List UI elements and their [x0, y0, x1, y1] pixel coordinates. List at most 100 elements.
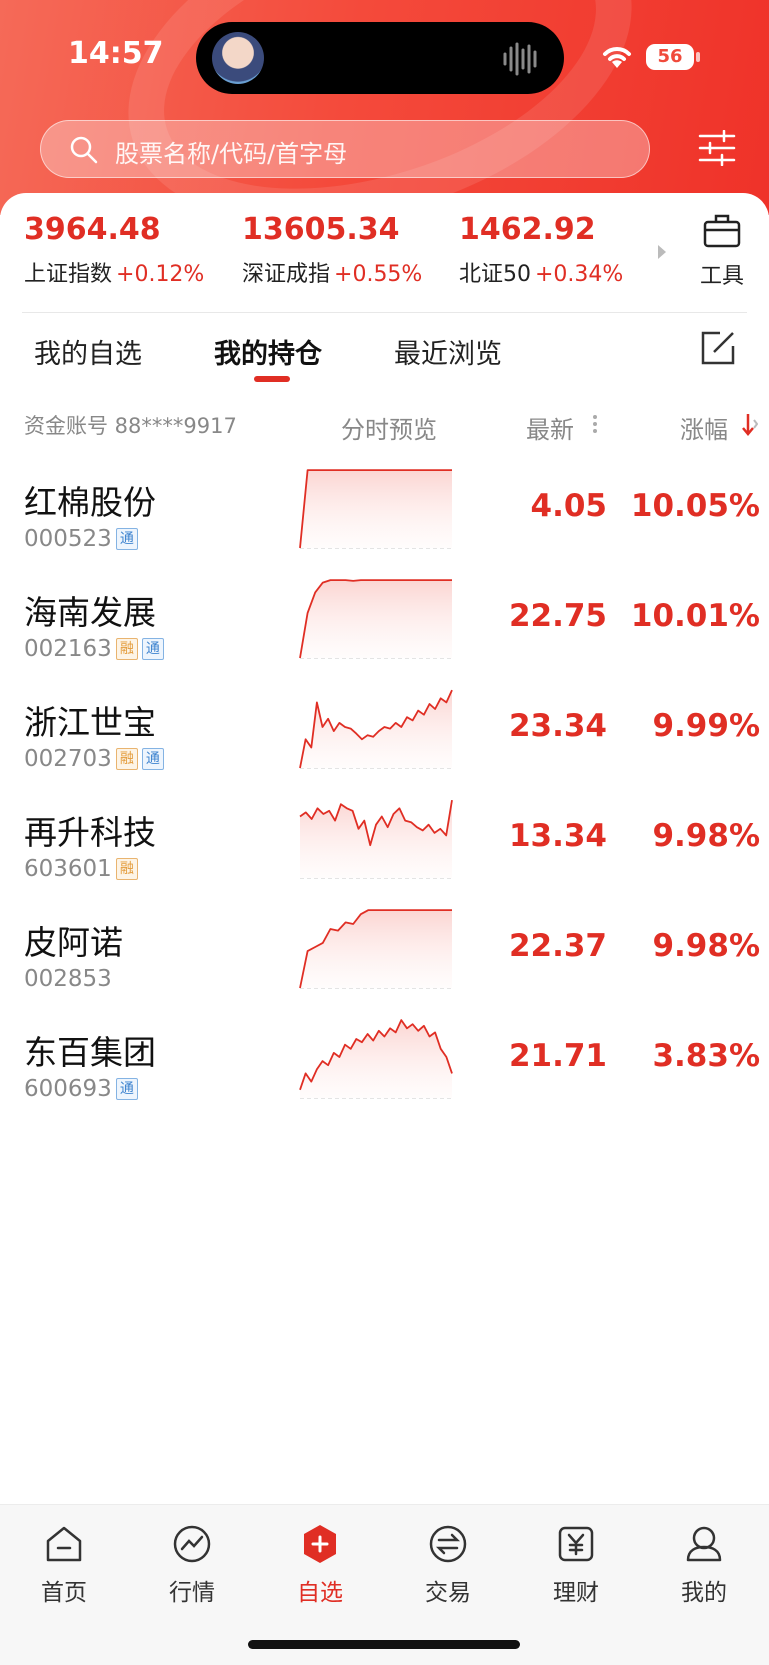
latest-price: 22.37 — [508, 928, 607, 964]
trade-icon — [429, 1525, 467, 1563]
tools-button[interactable]: 工具 — [696, 212, 748, 290]
watchlist-plus-icon — [304, 1525, 336, 1563]
status-time: 14:57 — [68, 36, 164, 71]
holding-row[interactable]: 东百集团 600693 通 21.71 3.83% — [0, 1008, 769, 1118]
stock-code-line: 603601 融 — [24, 856, 138, 882]
tab-holdings[interactable]: 我的持仓 — [214, 332, 322, 371]
stock-name: 浙江世宝 — [24, 703, 156, 742]
change-percent: 9.98% — [652, 928, 760, 964]
holding-row[interactable]: 再升科技 603601 融 13.34 9.98% — [0, 788, 769, 898]
stock-code: 603601 — [24, 856, 112, 882]
index-change: +0.12% — [116, 262, 205, 287]
tools-label: 工具 — [699, 264, 744, 289]
now-playing-avatar — [212, 32, 264, 84]
nav-profile[interactable]: 我的 — [654, 1523, 754, 1607]
stock-code-line: 002853 — [24, 966, 112, 992]
nav-trade[interactable]: 交易 — [398, 1523, 498, 1607]
nav-label: 行情 — [169, 1580, 215, 1606]
holding-row[interactable]: 浙江世宝 002703 融通 23.34 9.99% — [0, 678, 769, 788]
wifi-icon — [603, 47, 631, 68]
intraday-sparkline — [299, 469, 452, 549]
divider — [22, 312, 747, 313]
latest-price: 22.75 — [508, 598, 607, 634]
wealth-icon — [558, 1526, 594, 1562]
intraday-sparkline — [299, 909, 452, 989]
stock-code: 000523 — [24, 526, 112, 552]
index-beijing50[interactable]: 1462.92 北证50 +0.34% — [459, 210, 623, 288]
connect-tag: 通 — [115, 528, 138, 550]
index-value: 1462.92 — [459, 212, 596, 247]
index-value: 3964.48 — [24, 212, 161, 247]
nav-market[interactable]: 行情 — [142, 1523, 242, 1607]
tab-watchlist[interactable]: 我的自选 — [34, 332, 142, 371]
sparkline-area — [300, 580, 452, 658]
intraday-sparkline — [299, 1019, 453, 1099]
column-change[interactable]: 涨幅 — [680, 410, 728, 445]
stock-code: 002853 — [24, 966, 112, 992]
margin-tag: 融 — [115, 638, 138, 660]
stock-code-line: 002163 融通 — [24, 636, 164, 662]
sparkline-area — [300, 910, 452, 988]
search-placeholder: 股票名称/代码/首字母 — [115, 140, 348, 168]
dynamic-island — [196, 22, 564, 94]
holding-row[interactable]: 皮阿诺 002853 22.37 9.98% — [0, 898, 769, 1008]
latest-price: 21.71 — [508, 1038, 607, 1074]
stock-code: 600693 — [24, 1076, 112, 1102]
index-value: 13605.34 — [242, 212, 400, 247]
change-percent: 9.99% — [652, 708, 760, 744]
intraday-sparkline — [299, 689, 453, 769]
index-change: +0.34% — [535, 262, 624, 287]
stock-name: 红棉股份 — [24, 483, 156, 522]
latest-price: 23.34 — [508, 708, 607, 744]
holding-row[interactable]: 海南发展 002163 融通 22.75 10.01% — [0, 568, 769, 678]
stock-name: 东百集团 — [24, 1033, 156, 1072]
change-percent: 3.83% — [652, 1038, 760, 1074]
home-icon — [46, 1526, 82, 1562]
edit-icon[interactable] — [700, 330, 736, 366]
account-number: 资金账号 88****9917 — [24, 414, 237, 438]
stock-name: 海南发展 — [24, 593, 156, 632]
sparkline-area — [300, 800, 452, 878]
holding-row[interactable]: 红棉股份 000523 通 4.05 10.05% — [0, 458, 769, 568]
toolbox-icon — [703, 214, 741, 248]
stock-name: 再升科技 — [24, 813, 156, 852]
index-shenzhen[interactable]: 13605.34 深证成指 +0.55% — [242, 210, 422, 288]
stock-name: 皮阿诺 — [24, 923, 123, 962]
change-percent: 10.01% — [630, 598, 760, 634]
nav-watchlist[interactable]: 自选 — [270, 1523, 370, 1607]
nav-label: 首页 — [41, 1580, 87, 1606]
sparkline-area — [300, 470, 452, 548]
home-indicator — [248, 1640, 520, 1649]
stock-code-line: 000523 通 — [24, 526, 138, 552]
battery-indicator: 56 — [646, 44, 700, 70]
connect-tag: 通 — [141, 638, 164, 660]
audio-wave-icon — [503, 42, 537, 76]
connect-tag: 通 — [141, 748, 164, 770]
search-input[interactable]: 股票名称/代码/首字母 — [40, 120, 650, 178]
intraday-sparkline — [299, 799, 453, 879]
change-percent: 10.05% — [630, 488, 760, 524]
index-shanghai[interactable]: 3964.48 上证指数 +0.12% — [24, 210, 204, 288]
latest-price: 4.05 — [530, 488, 608, 524]
index-name: 上证指数 — [24, 262, 113, 287]
sort-desc-arrow-icon[interactable] — [742, 412, 758, 436]
column-preview: 分时预览 — [341, 416, 437, 444]
column-latest[interactable]: 最新 — [526, 410, 574, 445]
nav-home[interactable]: 首页 — [14, 1523, 114, 1607]
margin-tag: 融 — [115, 748, 138, 770]
nav-wealth[interactable]: 理财 — [526, 1523, 626, 1607]
nav-label: 理财 — [553, 1580, 599, 1606]
nav-label: 交易 — [425, 1580, 471, 1606]
nav-label: 我的 — [681, 1580, 727, 1606]
sparkline-area — [300, 690, 452, 768]
filter-settings-icon[interactable] — [698, 130, 736, 166]
change-percent: 9.98% — [652, 818, 760, 854]
active-tab-indicator — [254, 376, 290, 382]
more-dots-icon[interactable] — [592, 414, 598, 434]
index-change: +0.55% — [334, 262, 423, 287]
nav-label: 自选 — [297, 1580, 343, 1606]
connect-tag: 通 — [115, 1078, 138, 1100]
stock-code-line: 002703 融通 — [24, 746, 164, 772]
tab-recent[interactable]: 最近浏览 — [394, 332, 502, 371]
index-more-arrow-icon[interactable] — [656, 242, 668, 262]
